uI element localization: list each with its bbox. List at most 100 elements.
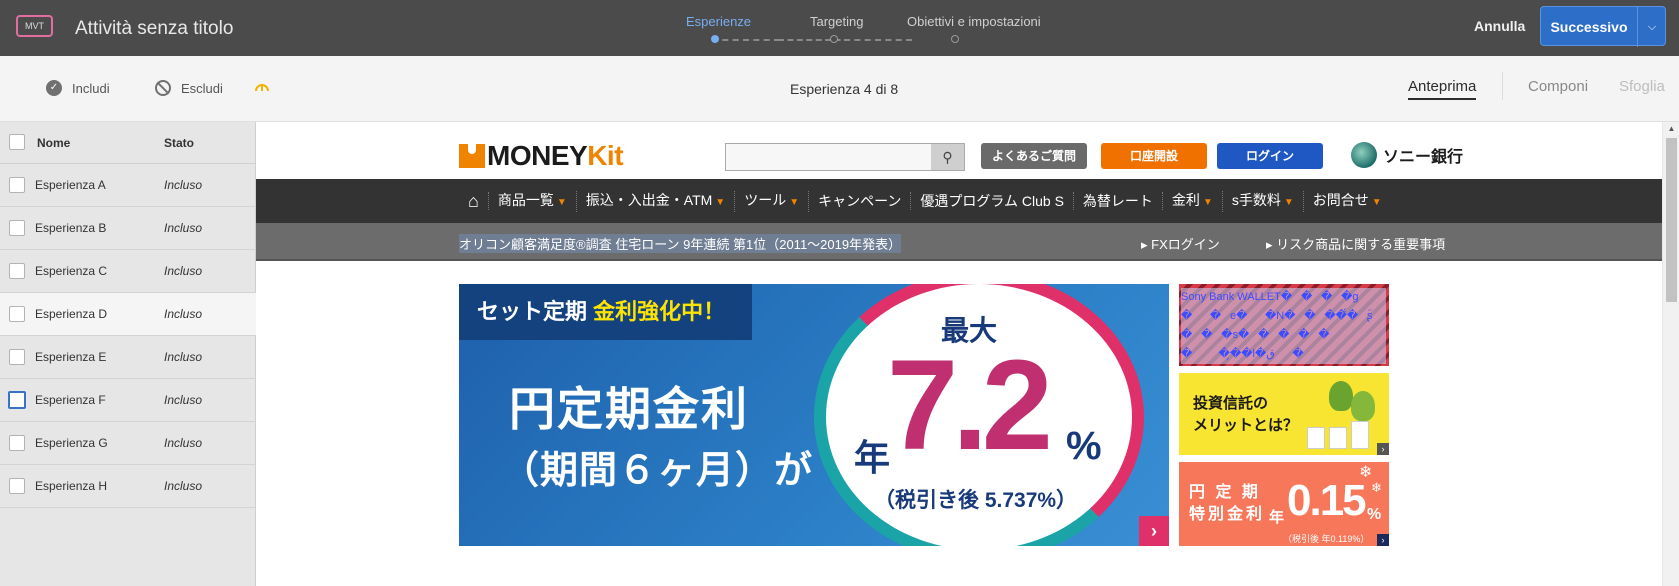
list-item[interactable]: Esperienza F Incluso <box>0 379 256 422</box>
experience-name: Esperienza A <box>35 178 106 192</box>
oricon-award-link[interactable]: オリコン顧客満足度®調査 住宅ローン 9年連続 第1位（2011～2019年発表… <box>459 234 902 253</box>
tab-sfoglia: Sfoglia <box>1619 78 1665 95</box>
step-targeting[interactable]: Targeting <box>810 14 863 29</box>
fx-login-link[interactable]: ▸ FXログイン <box>1141 234 1220 253</box>
nav-item[interactable]: 優遇プログラム Club S <box>911 192 1074 210</box>
row-checkbox[interactable] <box>9 177 25 193</box>
next-button[interactable]: Successivo ⌵ <box>1540 6 1666 47</box>
row-checkbox[interactable] <box>9 435 25 451</box>
banner-after-tax: （税引き後 5.737%） <box>874 489 1078 512</box>
experience-status: Incluso <box>164 221 203 235</box>
exclude-button[interactable]: Escludi <box>155 80 223 96</box>
list-item[interactable]: Esperienza B Incluso <box>0 207 256 250</box>
nav-item[interactable]: ツール ▼ <box>735 190 810 212</box>
nav-item[interactable]: 振込・入出金・ATM ▼ <box>577 190 736 212</box>
list-item[interactable]: Esperienza C Incluso <box>0 250 256 293</box>
faq-button[interactable]: よくあるご質問 <box>981 143 1087 169</box>
snowflake-icon: ❄ <box>1371 480 1382 495</box>
list-item[interactable]: Esperienza H Incluso <box>0 465 256 508</box>
chevron-right-icon[interactable]: › <box>1377 534 1389 546</box>
risk-info-link[interactable]: ▸ リスク商品に関する重要事項 <box>1266 234 1445 253</box>
experience-name: Esperienza C <box>35 264 108 278</box>
tab-anteprima[interactable]: Anteprima <box>1408 78 1477 100</box>
experience-status: Incluso <box>164 307 203 321</box>
step-esperienze[interactable]: Esperienze <box>686 14 751 29</box>
step-dot <box>951 35 959 43</box>
caret-down-icon: ▼ <box>715 196 726 208</box>
ad-percent: % <box>1367 506 1382 523</box>
column-header-name[interactable]: Nome <box>37 136 70 150</box>
nav-item[interactable]: s手数料 ▼ <box>1223 190 1304 212</box>
row-checkbox[interactable] <box>9 220 25 236</box>
banner-tag: セット定期 金利強化中！ <box>459 284 752 340</box>
experience-name: Esperienza B <box>35 221 107 235</box>
search-input[interactable] <box>726 144 931 170</box>
row-checkbox[interactable] <box>9 478 25 494</box>
logo-text: MONEYKit <box>487 140 624 171</box>
list-item-selected[interactable]: Esperienza D Incluso <box>0 293 256 336</box>
nav-item[interactable]: お問合せ ▼ <box>1304 191 1391 212</box>
exclude-label: Escludi <box>181 80 223 96</box>
login-button[interactable]: ログイン <box>1217 143 1323 169</box>
experience-name: Esperienza F <box>35 393 106 407</box>
nav-item[interactable]: キャンペーン <box>809 192 912 210</box>
nav-item[interactable]: 商品一覧 ▼ <box>489 190 577 212</box>
select-all-checkbox[interactable] <box>9 134 25 150</box>
column-header-status[interactable]: Stato <box>164 136 194 150</box>
row-checkbox[interactable] <box>9 349 25 365</box>
ad-text: 投資信託の メリットとは？ <box>1193 395 1299 434</box>
caret-down-icon: ▼ <box>1371 196 1382 208</box>
plant-illustration <box>1329 381 1353 411</box>
banner-subheadline: （期間６ヶ月）が <box>501 450 814 492</box>
ad-year-label: 年 <box>1269 509 1285 526</box>
scroll-up-icon[interactable]: ▲ <box>1663 124 1679 133</box>
search-icon[interactable]: ⚲ <box>931 144 964 170</box>
step-dot <box>830 35 838 43</box>
side-ad-investment-trust[interactable]: 投資信託の メリットとは？ › <box>1179 373 1389 455</box>
banner-year-label: 年 <box>854 437 891 478</box>
include-label: Includi <box>72 80 110 96</box>
caret-down-icon: ▼ <box>789 196 800 208</box>
workflow-steps: Esperienze Targeting Obiettivi e imposta… <box>670 14 1050 48</box>
row-checkbox[interactable] <box>9 263 25 279</box>
experience-status: Incluso <box>164 479 203 493</box>
tab-componi[interactable]: Componi <box>1528 78 1588 95</box>
scrollbar-thumb[interactable] <box>1666 138 1677 302</box>
experience-status: Incluso <box>164 436 203 450</box>
chevron-down-icon[interactable]: ⌵ <box>1638 7 1666 47</box>
broken-encoding-text: Sony Bank WALLET����g�� e��N� ��… <box>1181 288 1386 364</box>
experience-status: Incluso <box>164 350 203 364</box>
experience-toolbar: ✓ Includi Escludi Esperienza 4 di 8 Ante… <box>0 56 1679 122</box>
bank-name: ソニー銀行 <box>1383 149 1464 166</box>
site-logo[interactable]: MONEYKit <box>459 140 624 171</box>
hero-banner[interactable]: セット定期 金利強化中！ 円定期金利 （期間６ヶ月）が 最大 年 7.2 % （… <box>459 284 1169 546</box>
cancel-button[interactable]: Annulla <box>1474 18 1525 34</box>
row-checkbox-focused[interactable] <box>8 391 26 409</box>
list-item[interactable]: Esperienza E Incluso <box>0 336 256 379</box>
ad-after-tax: （税引後 年0.119%） <box>1283 534 1370 544</box>
experience-name: Esperienza E <box>35 350 107 364</box>
side-ad-wallet[interactable]: Sony Bank WALLET����g�� e��N� ��… <box>1179 284 1389 366</box>
checkmark-circle-icon: ✓ <box>46 80 62 96</box>
home-icon[interactable]: ⌂ <box>459 192 489 210</box>
ban-icon <box>155 80 171 96</box>
loading-icon <box>253 78 271 96</box>
side-ad-special-rate[interactable]: ❄ ❄ 円 定 期特別金利 年 0.15 % （税引後 年0.119%） › <box>1179 462 1389 546</box>
open-account-button[interactable]: 口座開設 <box>1101 143 1207 169</box>
preview-scrollbar[interactable]: ▲ <box>1662 122 1679 586</box>
step-obiettivi[interactable]: Obiettivi e impostazioni <box>907 14 1041 29</box>
banner-headline: 円定期金利 <box>509 383 749 435</box>
nav-item[interactable]: 為替レート <box>1074 192 1163 210</box>
next-button-label[interactable]: Successivo <box>1541 7 1637 47</box>
activity-title[interactable]: Attività senza titolo <box>75 18 233 40</box>
banner-rate: 7.2 <box>887 334 1053 477</box>
experience-name: Esperienza G <box>35 436 108 450</box>
include-button[interactable]: ✓ Includi <box>46 80 110 96</box>
nav-item[interactable]: 金利 ▼ <box>1163 190 1223 212</box>
chevron-right-icon[interactable]: › <box>1139 516 1169 546</box>
list-item[interactable]: Esperienza A Incluso <box>0 164 256 207</box>
chevron-right-icon[interactable]: › <box>1377 443 1389 455</box>
sony-bank-logo[interactable]: ソニー銀行 <box>1351 142 1463 168</box>
list-item[interactable]: Esperienza G Incluso <box>0 422 256 465</box>
row-checkbox[interactable] <box>9 306 25 322</box>
